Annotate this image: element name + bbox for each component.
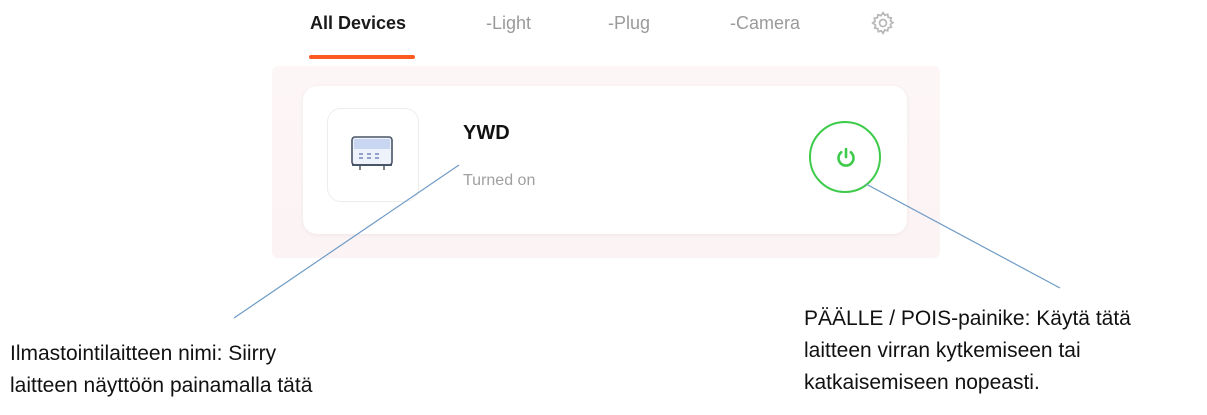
annotation-text: katkaisemiseen nopeasti. xyxy=(804,371,1040,394)
annotation-text: laitteen näyttöön painamalla tätä xyxy=(10,374,313,397)
annotation-text: PÄÄLLE / POIS-painike: Käytä tätä xyxy=(804,307,1131,330)
name-annotation: Ilmastointilaitteen nimi: Siirry laittee… xyxy=(10,338,312,402)
name-annotation-line xyxy=(233,164,460,319)
annotation-text: laitteen virran kytkemiseen tai xyxy=(804,339,1081,362)
annotation-text: Ilmastointilaitteen nimi: Siirry xyxy=(10,342,277,365)
power-annotation-line xyxy=(865,183,1061,289)
power-annotation: PÄÄLLE / POIS-painike: Käytä tätä laitte… xyxy=(804,303,1131,399)
